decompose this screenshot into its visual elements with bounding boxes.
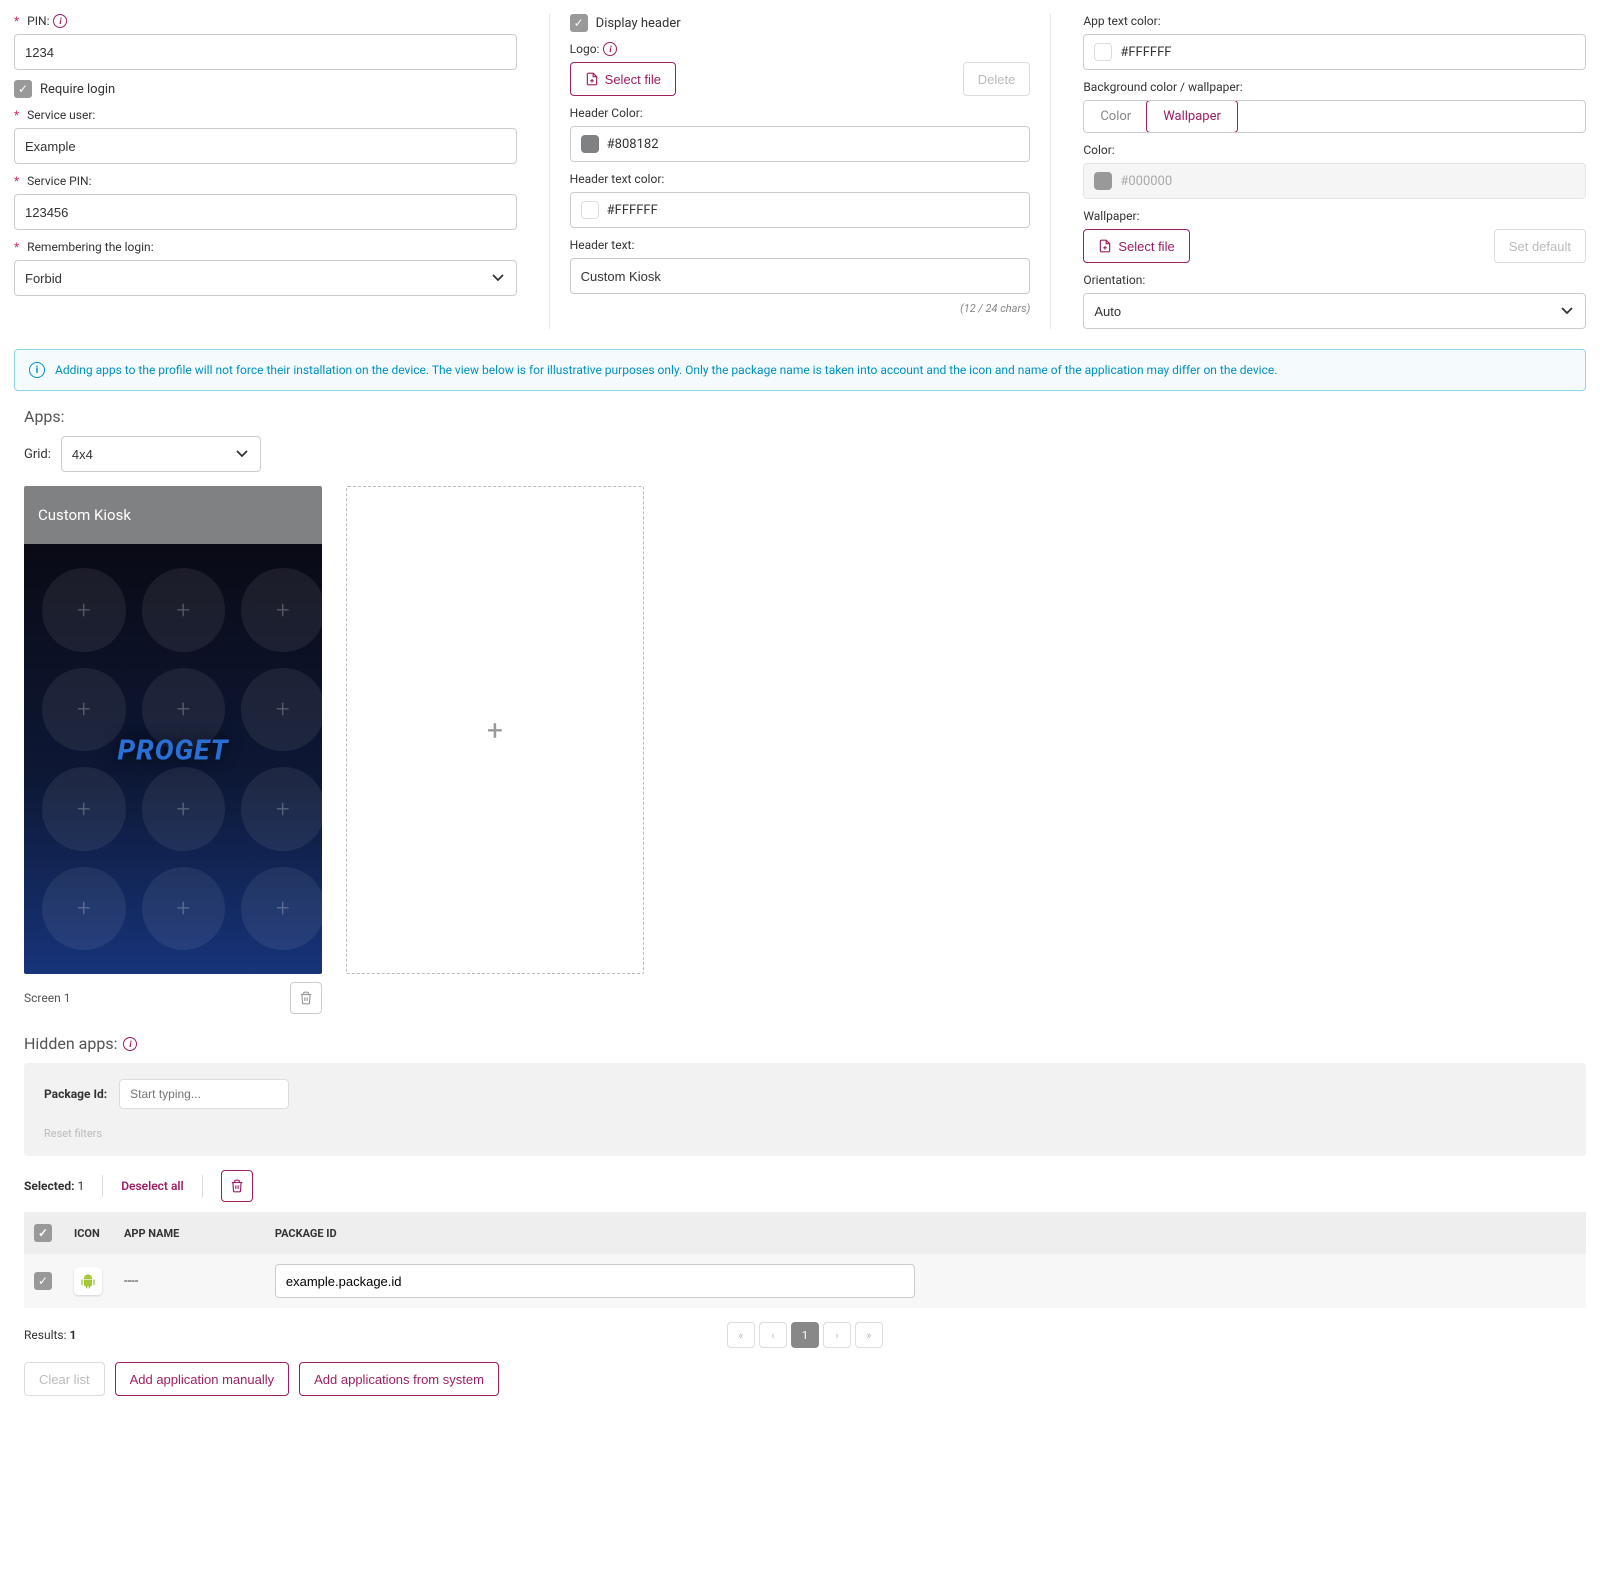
delete-selected-button[interactable] [221, 1170, 253, 1202]
kiosk-preview-header: Custom Kiosk [24, 486, 322, 544]
orientation-select[interactable]: Auto [1083, 293, 1586, 329]
page-last-button[interactable]: » [855, 1322, 883, 1348]
logo-select-file-button[interactable]: Select file [570, 62, 676, 96]
bg-color-input: #000000 [1083, 163, 1586, 199]
app-slot[interactable]: + [42, 568, 126, 652]
grid-label: Grid: [24, 447, 51, 462]
color-swatch [1094, 172, 1112, 190]
col-package-id: PACKAGE ID [265, 1212, 1586, 1254]
remembering-select[interactable]: Forbid [14, 260, 517, 296]
trash-icon [230, 1179, 244, 1193]
header-text-input[interactable] [570, 258, 1031, 294]
page-next-button[interactable]: › [823, 1322, 851, 1348]
android-icon [74, 1267, 102, 1295]
info-banner: i Adding apps to the profile will not fo… [14, 349, 1586, 391]
app-text-color-input[interactable]: #FFFFFF [1083, 34, 1586, 70]
kiosk-preview: Custom Kiosk PROGET + + + + + + + + + + … [24, 486, 322, 974]
info-icon[interactable]: i [603, 42, 617, 56]
row-checkbox[interactable]: ✓ [34, 1272, 52, 1290]
app-text-color-label: App text color: [1083, 14, 1586, 28]
color-swatch [581, 201, 599, 219]
color-label: Color: [1083, 143, 1586, 157]
trash-icon [299, 991, 313, 1005]
divider [202, 1175, 203, 1197]
pagination: « ‹ 1 › » [727, 1322, 883, 1348]
app-slot[interactable]: + [42, 867, 126, 951]
color-swatch [1094, 43, 1112, 61]
service-pin-label: Service PIN: [14, 174, 517, 188]
app-slot[interactable]: + [42, 767, 126, 851]
file-icon [1098, 239, 1112, 253]
service-pin-input[interactable] [14, 194, 517, 230]
info-icon[interactable]: i [53, 14, 67, 28]
set-default-button: Set default [1494, 229, 1586, 263]
bg-toggle: Color Wallpaper [1083, 100, 1586, 133]
divider [102, 1175, 103, 1197]
color-swatch [581, 135, 599, 153]
table-row: ✓ ---- [24, 1254, 1586, 1308]
require-login-label: Require login [40, 82, 115, 97]
grid-select[interactable]: 4x4 [61, 436, 261, 472]
display-header-checkbox[interactable]: ✓ [570, 14, 588, 32]
info-icon[interactable]: i [123, 1037, 137, 1051]
pin-label: PIN: i [14, 14, 517, 28]
app-slot[interactable]: + [142, 668, 226, 752]
orientation-label: Orientation: [1083, 273, 1586, 287]
app-slot[interactable]: + [142, 867, 226, 951]
page-number[interactable]: 1 [791, 1322, 819, 1348]
add-screen-button[interactable]: + [346, 486, 644, 974]
selected-count: Selected: 1 [24, 1179, 84, 1193]
package-id-filter-label: Package Id: [44, 1087, 107, 1101]
deselect-all-link[interactable]: Deselect all [121, 1179, 183, 1193]
header-text-color-input[interactable]: #FFFFFF [570, 192, 1031, 228]
wallpaper-label: Wallpaper: [1083, 209, 1586, 223]
header-text-color-label: Header text color: [570, 172, 1031, 186]
add-application-manually-button[interactable]: Add application manually [115, 1362, 290, 1396]
col-app-name: APP NAME [114, 1212, 265, 1254]
screen-label: Screen 1 [24, 991, 70, 1005]
apps-title: Apps: [24, 407, 1586, 426]
row-app-name: ---- [114, 1254, 265, 1308]
reset-filters-link[interactable]: Reset filters [44, 1127, 1566, 1140]
hidden-apps-title: Hidden apps: i [24, 1034, 1586, 1053]
app-slot[interactable]: + [142, 568, 226, 652]
file-icon [585, 72, 599, 86]
page-prev-button[interactable]: ‹ [759, 1322, 787, 1348]
remembering-label: Remembering the login: [14, 240, 517, 254]
logo-delete-button: Delete [963, 62, 1031, 96]
info-icon: i [29, 362, 45, 378]
wallpaper-select-file-button[interactable]: Select file [1083, 229, 1189, 263]
results-count: Results: 1 [24, 1328, 727, 1342]
header-color-label: Header Color: [570, 106, 1031, 120]
clear-list-button: Clear list [24, 1362, 105, 1396]
bg-wallpaper-label: Background color / wallpaper: [1083, 80, 1586, 94]
app-slot[interactable]: + [241, 867, 322, 951]
page-first-button[interactable]: « [727, 1322, 755, 1348]
col-icon: ICON [64, 1212, 114, 1254]
display-header-label: Display header [596, 16, 681, 31]
app-slot[interactable]: + [241, 568, 322, 652]
app-slot[interactable]: + [142, 767, 226, 851]
char-count: (12 / 24 chars) [570, 302, 1031, 315]
app-slot[interactable]: + [241, 668, 322, 752]
app-slot[interactable]: + [241, 767, 322, 851]
header-text-label: Header text: [570, 238, 1031, 252]
delete-screen-button[interactable] [290, 982, 322, 1014]
service-user-label: Service user: [14, 108, 517, 122]
bg-toggle-wallpaper[interactable]: Wallpaper [1146, 100, 1238, 133]
logo-label: Logo: i [570, 42, 1031, 56]
header-color-input[interactable]: #808182 [570, 126, 1031, 162]
require-login-checkbox[interactable]: ✓ [14, 80, 32, 98]
pin-input[interactable] [14, 34, 517, 70]
select-all-checkbox[interactable]: ✓ [34, 1224, 52, 1242]
add-applications-from-system-button[interactable]: Add applications from system [299, 1362, 499, 1396]
bg-toggle-color[interactable]: Color [1084, 101, 1147, 132]
service-user-input[interactable] [14, 128, 517, 164]
package-id-filter-input[interactable] [119, 1079, 289, 1109]
hidden-apps-table: ✓ ICON APP NAME PACKAGE ID ✓ ---- [24, 1212, 1586, 1308]
row-package-id-input[interactable] [275, 1264, 915, 1298]
app-slot[interactable]: + [42, 668, 126, 752]
